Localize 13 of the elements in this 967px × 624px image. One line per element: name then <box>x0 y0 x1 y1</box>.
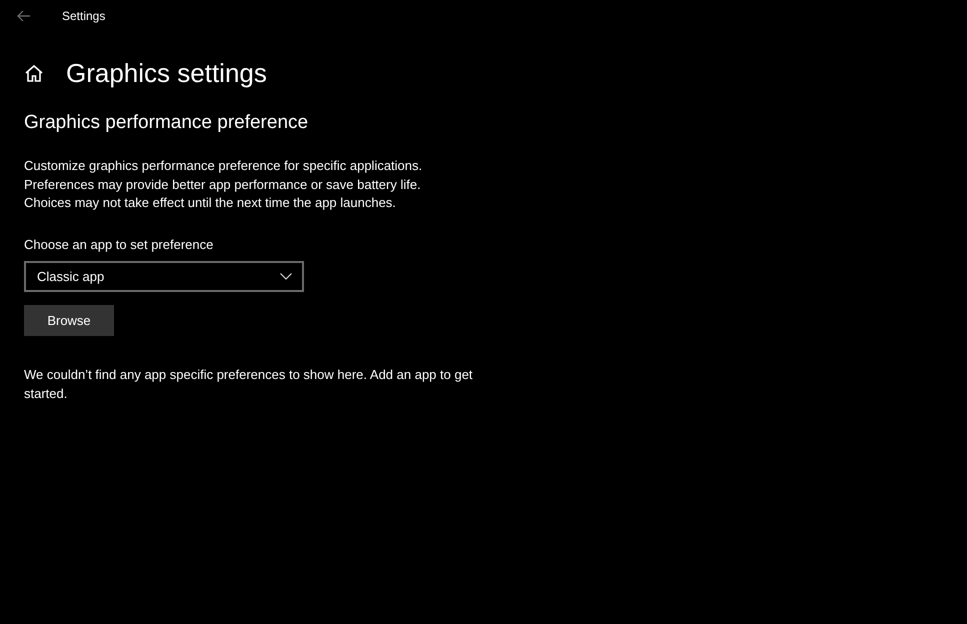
browse-button[interactable]: Browse <box>24 304 114 336</box>
app-type-dropdown[interactable]: Classic app <box>24 260 304 292</box>
back-arrow-icon[interactable] <box>17 10 31 22</box>
description-line: Choices may not take effect until the next time the app launches. <box>24 194 397 212</box>
page-title: Graphics settings <box>66 58 267 88</box>
section-title: Graphics performance preference <box>24 112 308 134</box>
description-line: Preferences may provide better app performance or save battery life. <box>24 176 422 194</box>
dropdown-label: Choose an app to set preference <box>24 236 214 252</box>
window-title: Settings <box>62 9 106 23</box>
description-line: Customize graphics performance preference for specific applications. <box>24 157 422 175</box>
home-icon[interactable] <box>24 64 44 82</box>
chevron-down-icon <box>280 272 292 280</box>
empty-message: We couldn’t find any app specific preferences to show here. Add an app to get started. <box>24 366 474 402</box>
